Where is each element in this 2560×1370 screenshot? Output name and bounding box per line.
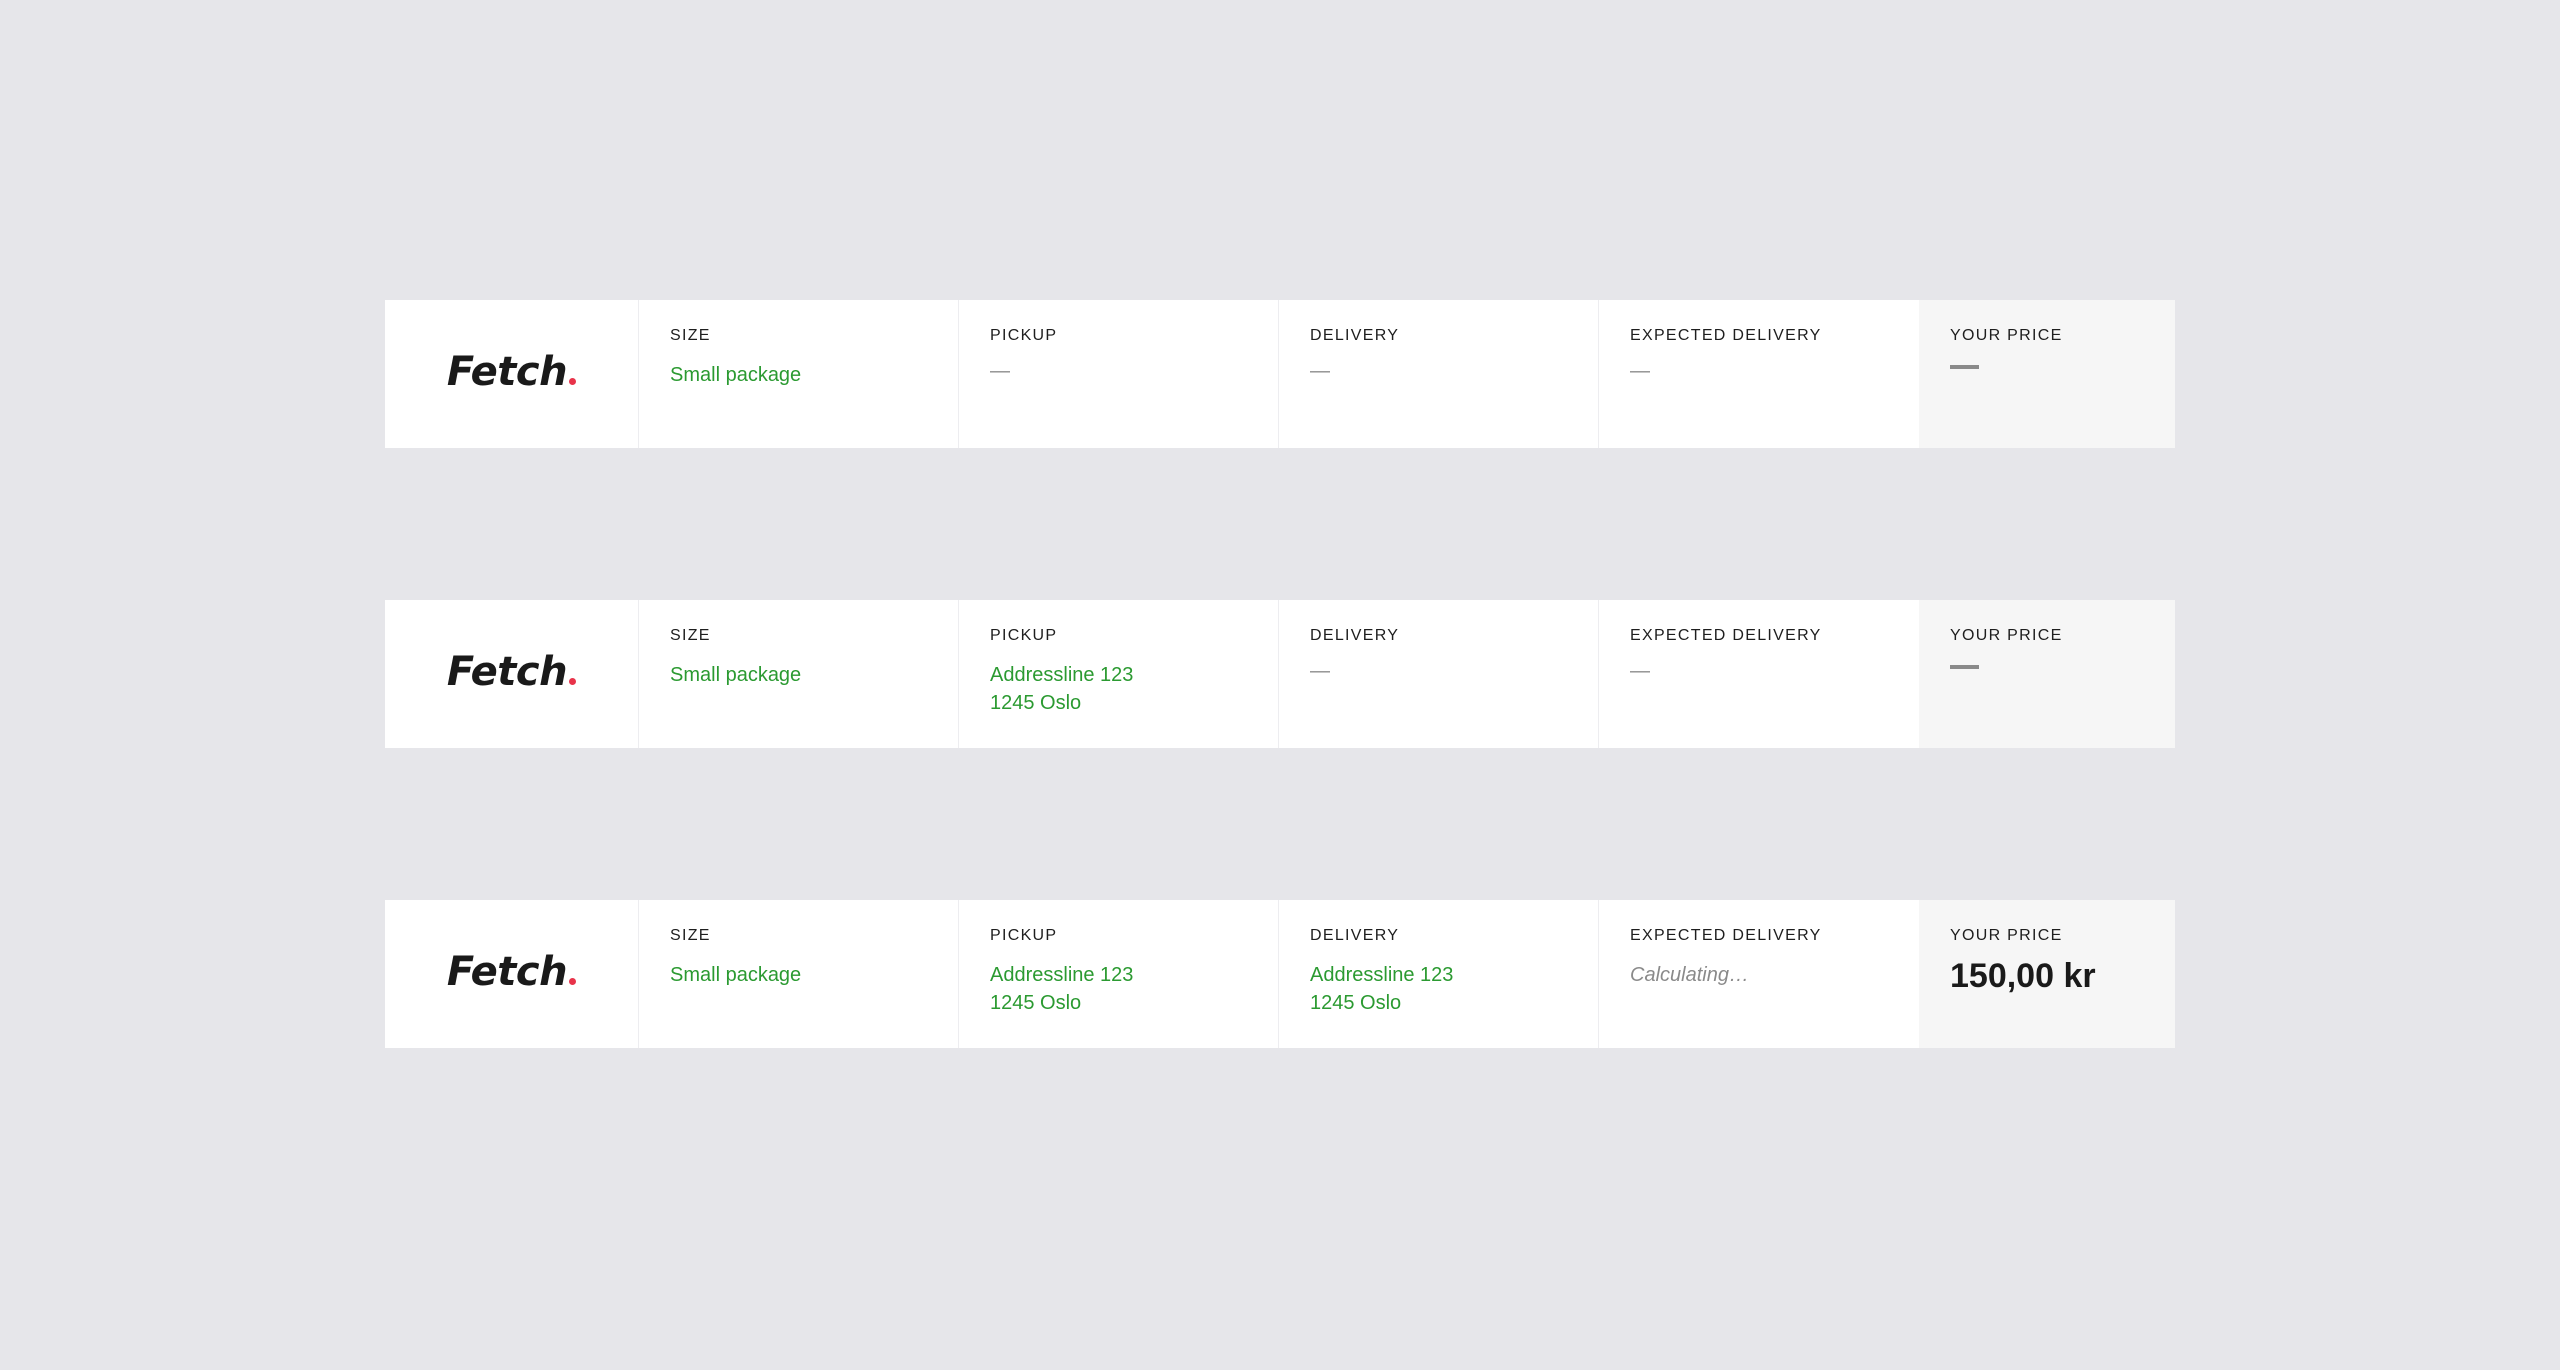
shipment-summary-bar-empty: Fetch SIZE Small package PICKUP — DELIVE… (385, 300, 2175, 448)
pickup-placeholder: — (990, 360, 1010, 382)
pickup-label: PICKUP (990, 327, 1058, 344)
size-value: Small package (670, 364, 802, 386)
price-panel: YOUR PRICE 150,00 kr (1919, 900, 2175, 1048)
size-label: SIZE (670, 627, 711, 644)
brand-logo-cell: Fetch (385, 300, 639, 448)
brand-logo-cell: Fetch (385, 600, 639, 748)
price-panel: YOUR PRICE (1919, 300, 2175, 448)
price-placeholder-dash (1950, 365, 1979, 369)
pickup-field[interactable]: PICKUP — (959, 300, 1279, 448)
delivery-field[interactable]: DELIVERY Addressline 123 1245 Oslo (1279, 900, 1599, 1048)
price-placeholder-dash (1950, 665, 1979, 669)
pickup-postal-city: 1245 Oslo (990, 992, 1082, 1014)
delivery-field[interactable]: DELIVERY — (1279, 300, 1599, 448)
delivery-placeholder: — (1310, 360, 1330, 382)
pickup-address: Addressline 123 1245 Oslo (990, 661, 1278, 717)
fetch-logo: Fetch (447, 649, 577, 695)
logo-dot-icon (569, 378, 577, 385)
pickup-address: Addressline 123 1245 Oslo (990, 961, 1278, 1017)
brand-logo-cell: Fetch (385, 900, 639, 1048)
price-value: 150,00 kr (1950, 957, 2096, 995)
expected-delivery-label: EXPECTED DELIVERY (1630, 627, 1822, 644)
size-label: SIZE (670, 927, 711, 944)
pickup-field[interactable]: PICKUP Addressline 123 1245 Oslo (959, 900, 1279, 1048)
size-field[interactable]: SIZE Small package (639, 300, 959, 448)
logo-dot-icon (569, 678, 577, 685)
fetch-logo: Fetch (447, 949, 577, 995)
delivery-label: DELIVERY (1310, 627, 1400, 644)
delivery-label: DELIVERY (1310, 327, 1400, 344)
price-label: YOUR PRICE (1950, 927, 2063, 944)
pickup-address-line: Addressline 123 (990, 964, 1134, 986)
expected-delivery-status: Calculating… (1630, 964, 1749, 986)
price-panel: YOUR PRICE (1919, 600, 2175, 748)
delivery-address: Addressline 123 1245 Oslo (1310, 961, 1598, 1017)
expected-delivery-label: EXPECTED DELIVERY (1630, 327, 1822, 344)
delivery-address-line: Addressline 123 (1310, 964, 1454, 986)
expected-delivery-placeholder: — (1630, 660, 1650, 682)
size-field[interactable]: SIZE Small package (639, 900, 959, 1048)
shipment-summary-bar-pickup-set: Fetch SIZE Small package PICKUP Addressl… (385, 600, 2175, 748)
delivery-placeholder: — (1310, 660, 1330, 682)
delivery-postal-city: 1245 Oslo (1310, 992, 1402, 1014)
pickup-field[interactable]: PICKUP Addressline 123 1245 Oslo (959, 600, 1279, 748)
pickup-postal-city: 1245 Oslo (990, 692, 1082, 714)
size-field[interactable]: SIZE Small package (639, 600, 959, 748)
delivery-label: DELIVERY (1310, 927, 1400, 944)
shipment-summary-bar-complete: Fetch SIZE Small package PICKUP Addressl… (385, 900, 2175, 1048)
expected-delivery-field: EXPECTED DELIVERY — (1599, 300, 1919, 448)
size-value: Small package (670, 664, 802, 686)
pickup-label: PICKUP (990, 927, 1058, 944)
size-label: SIZE (670, 327, 711, 344)
pickup-label: PICKUP (990, 627, 1058, 644)
expected-delivery-label: EXPECTED DELIVERY (1630, 927, 1822, 944)
logo-dot-icon (569, 978, 577, 985)
price-label: YOUR PRICE (1950, 627, 2063, 644)
expected-delivery-placeholder: — (1630, 360, 1650, 382)
price-label: YOUR PRICE (1950, 327, 2063, 344)
fetch-logo: Fetch (447, 349, 577, 395)
expected-delivery-field: EXPECTED DELIVERY Calculating… (1599, 900, 1919, 1048)
size-value: Small package (670, 964, 802, 986)
pickup-address-line: Addressline 123 (990, 664, 1134, 686)
delivery-field[interactable]: DELIVERY — (1279, 600, 1599, 748)
expected-delivery-field: EXPECTED DELIVERY — (1599, 600, 1919, 748)
